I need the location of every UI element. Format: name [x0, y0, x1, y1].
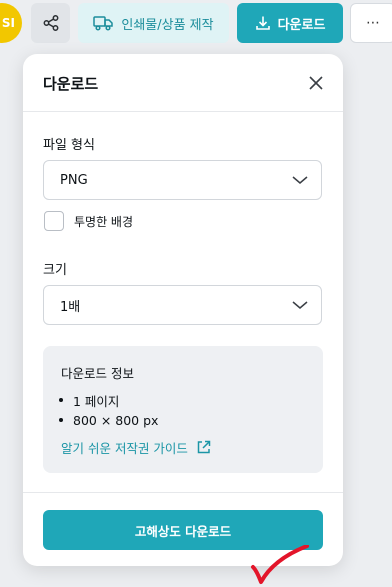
- copyright-guide-label: 알기 쉬운 저작권 가이드: [61, 441, 188, 456]
- more-options-button[interactable]: ⋯: [350, 3, 392, 43]
- page-count: 1 페이지: [73, 393, 120, 409]
- transparent-background-label: 투명한 배경: [74, 214, 134, 229]
- hd-download-label: 고해상도 다운로드: [134, 523, 232, 539]
- top-toolbar: SI 인쇄물/상품 제작 다운로드 ⋯: [0, 0, 392, 46]
- share-button[interactable]: [31, 3, 70, 43]
- avatar-initials: SI: [1, 16, 15, 30]
- truck-icon: [93, 16, 114, 31]
- list-item: 800 × 800 px: [59, 410, 158, 430]
- transparent-background-option[interactable]: 투명한 배경: [44, 211, 133, 231]
- download-info-title: 다운로드 정보: [61, 366, 134, 381]
- download-label: 다운로드: [277, 17, 326, 33]
- close-icon: [309, 76, 323, 90]
- download-panel: 다운로드 파일 형식 PNG 투명한 배경 크기 1배 다운로드 정보 1 페이…: [23, 54, 343, 584]
- transparent-background-checkbox[interactable]: [44, 211, 64, 231]
- bullet: [59, 398, 63, 402]
- dimensions: 800 × 800 px: [73, 412, 159, 428]
- file-format-value: PNG: [60, 172, 88, 188]
- avatar[interactable]: SI: [0, 3, 22, 43]
- bullet: [59, 418, 63, 422]
- download-button[interactable]: 다운로드: [237, 3, 343, 43]
- download-icon: [255, 16, 270, 30]
- print-merch-label: 인쇄물/상품 제작: [121, 17, 214, 33]
- share-icon: [43, 15, 58, 31]
- download-info-box: 다운로드 정보 1 페이지 800 × 800 px 알기 쉬운 저작권 가이드: [43, 346, 323, 473]
- panel-header: 다운로드: [23, 54, 343, 112]
- close-button[interactable]: [307, 74, 325, 92]
- red-checkmark-annotation: [251, 545, 309, 584]
- panel-title: 다운로드: [43, 75, 99, 93]
- external-link-icon: [197, 440, 211, 454]
- list-item: 1 페이지: [59, 390, 158, 410]
- chevron-down-icon: [292, 176, 308, 184]
- file-format-select[interactable]: PNG: [43, 160, 322, 200]
- footer-divider: [23, 492, 343, 493]
- file-format-label: 파일 형식: [43, 138, 95, 153]
- copyright-guide-link[interactable]: 알기 쉬운 저작권 가이드: [61, 438, 211, 457]
- more-icon: ⋯: [366, 15, 380, 31]
- hd-download-button[interactable]: 고해상도 다운로드: [43, 510, 323, 550]
- size-label: 크기: [43, 263, 67, 278]
- download-info-list: 1 페이지 800 × 800 px: [59, 390, 158, 430]
- chevron-down-icon: [292, 301, 308, 309]
- size-value: 1배: [60, 299, 81, 315]
- size-select[interactable]: 1배: [43, 285, 322, 325]
- print-merch-button[interactable]: 인쇄물/상품 제작: [78, 3, 229, 43]
